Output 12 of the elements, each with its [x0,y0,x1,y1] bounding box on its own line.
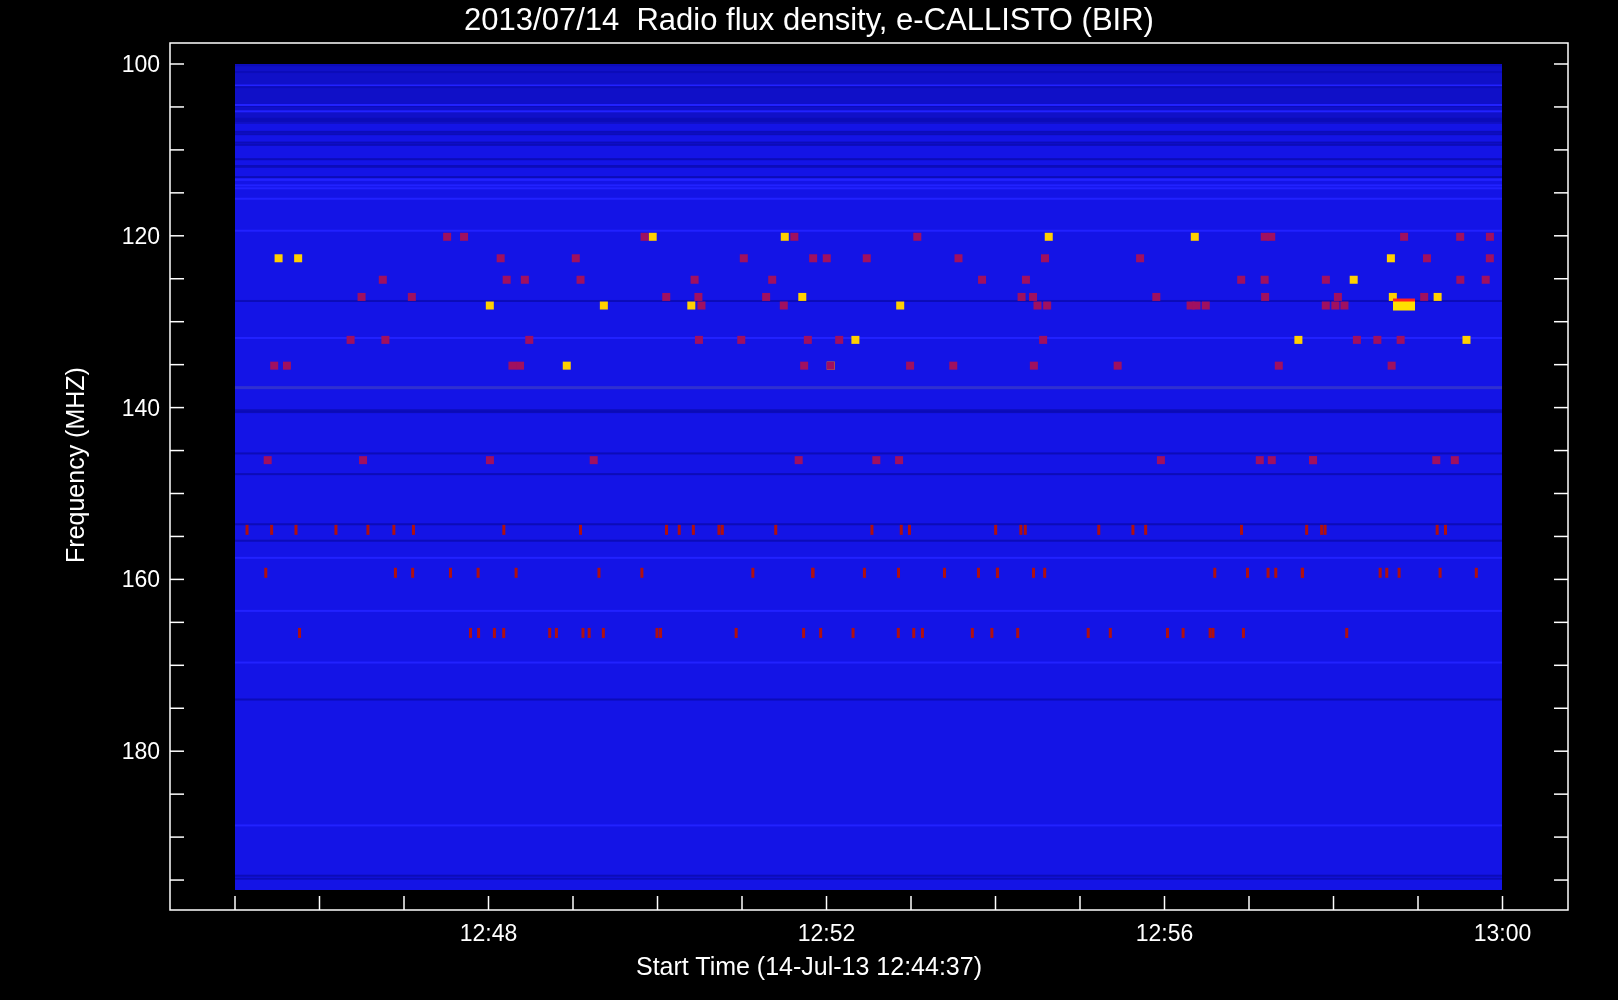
x-tick-label: 13:00 [1472,920,1533,946]
y-tick-label: 160 [120,566,160,593]
y-tick-label: 180 [120,738,160,765]
y-axis-label: Frequency (MHZ) [60,367,90,563]
x-tick-label: 12:52 [796,920,857,946]
x-tick-label: 12:56 [1134,920,1195,946]
y-tick-label: 140 [120,394,160,421]
chart-title: 2013/07/14 Radio flux density, e-CALLISTO (BIR) [464,2,1154,38]
y-tick-label: 100 [120,51,160,77]
y-tick-label: 120 [120,222,160,249]
x-axis-label: Start Time (14-Jul-13 12:44:37) [636,951,982,981]
x-tick-label: 12:48 [458,920,519,946]
